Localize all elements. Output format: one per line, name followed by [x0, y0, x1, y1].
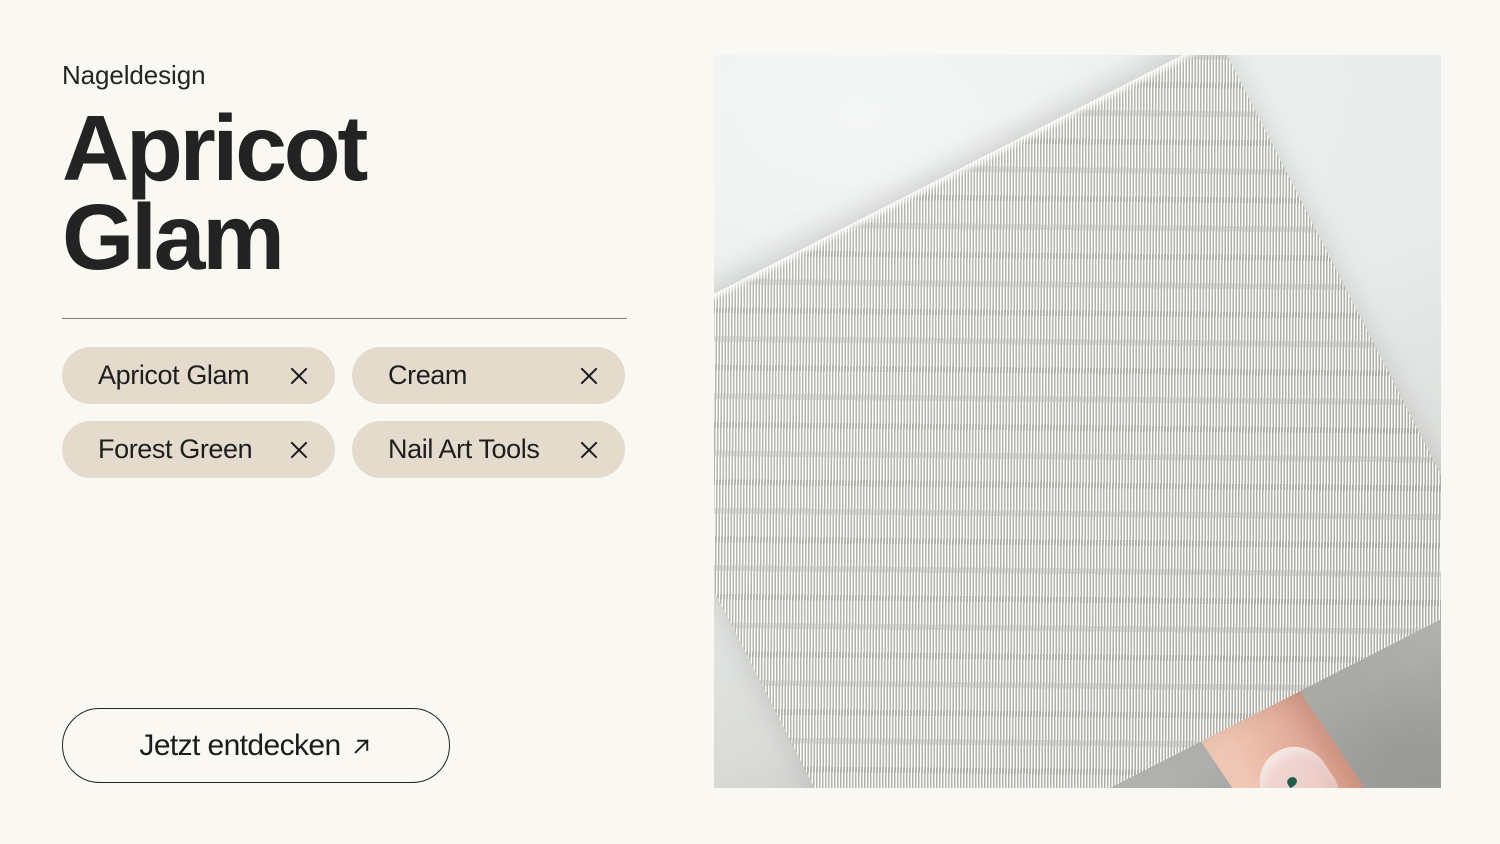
- section-divider: [62, 318, 627, 319]
- tag-chip-nail-art-tools[interactable]: Nail Art Tools: [352, 421, 625, 478]
- arrow-up-right-icon: [353, 739, 369, 754]
- close-icon[interactable]: [579, 366, 599, 386]
- product-photo: [714, 55, 1441, 788]
- content-column: Nageldesign Apricot Glam Apricot Glam Cr…: [62, 0, 662, 844]
- tag-chip-forest-green[interactable]: Forest Green: [62, 421, 335, 478]
- discover-button[interactable]: Jetzt entdecken: [62, 708, 450, 783]
- tag-chip-cream[interactable]: Cream: [352, 347, 625, 404]
- tag-chip-apricot-glam[interactable]: Apricot Glam: [62, 347, 335, 404]
- discover-button-label: Jetzt entdecken: [139, 728, 341, 762]
- close-icon[interactable]: [579, 440, 599, 460]
- tag-chip-label: Cream: [388, 360, 468, 390]
- tag-chip-list: Apricot Glam Cream Forest Green Nail Art…: [62, 347, 628, 478]
- tag-chip-label: Apricot Glam: [98, 360, 250, 390]
- page-title: Apricot Glam: [62, 96, 368, 290]
- close-icon[interactable]: [289, 366, 309, 386]
- hero-banner: Nageldesign Apricot Glam Apricot Glam Cr…: [0, 0, 1500, 844]
- tag-chip-label: Forest Green: [98, 434, 253, 464]
- photo-scene: [714, 55, 1441, 788]
- category-eyebrow: Nageldesign: [62, 60, 206, 90]
- tag-chip-label: Nail Art Tools: [388, 434, 540, 464]
- close-icon[interactable]: [289, 440, 309, 460]
